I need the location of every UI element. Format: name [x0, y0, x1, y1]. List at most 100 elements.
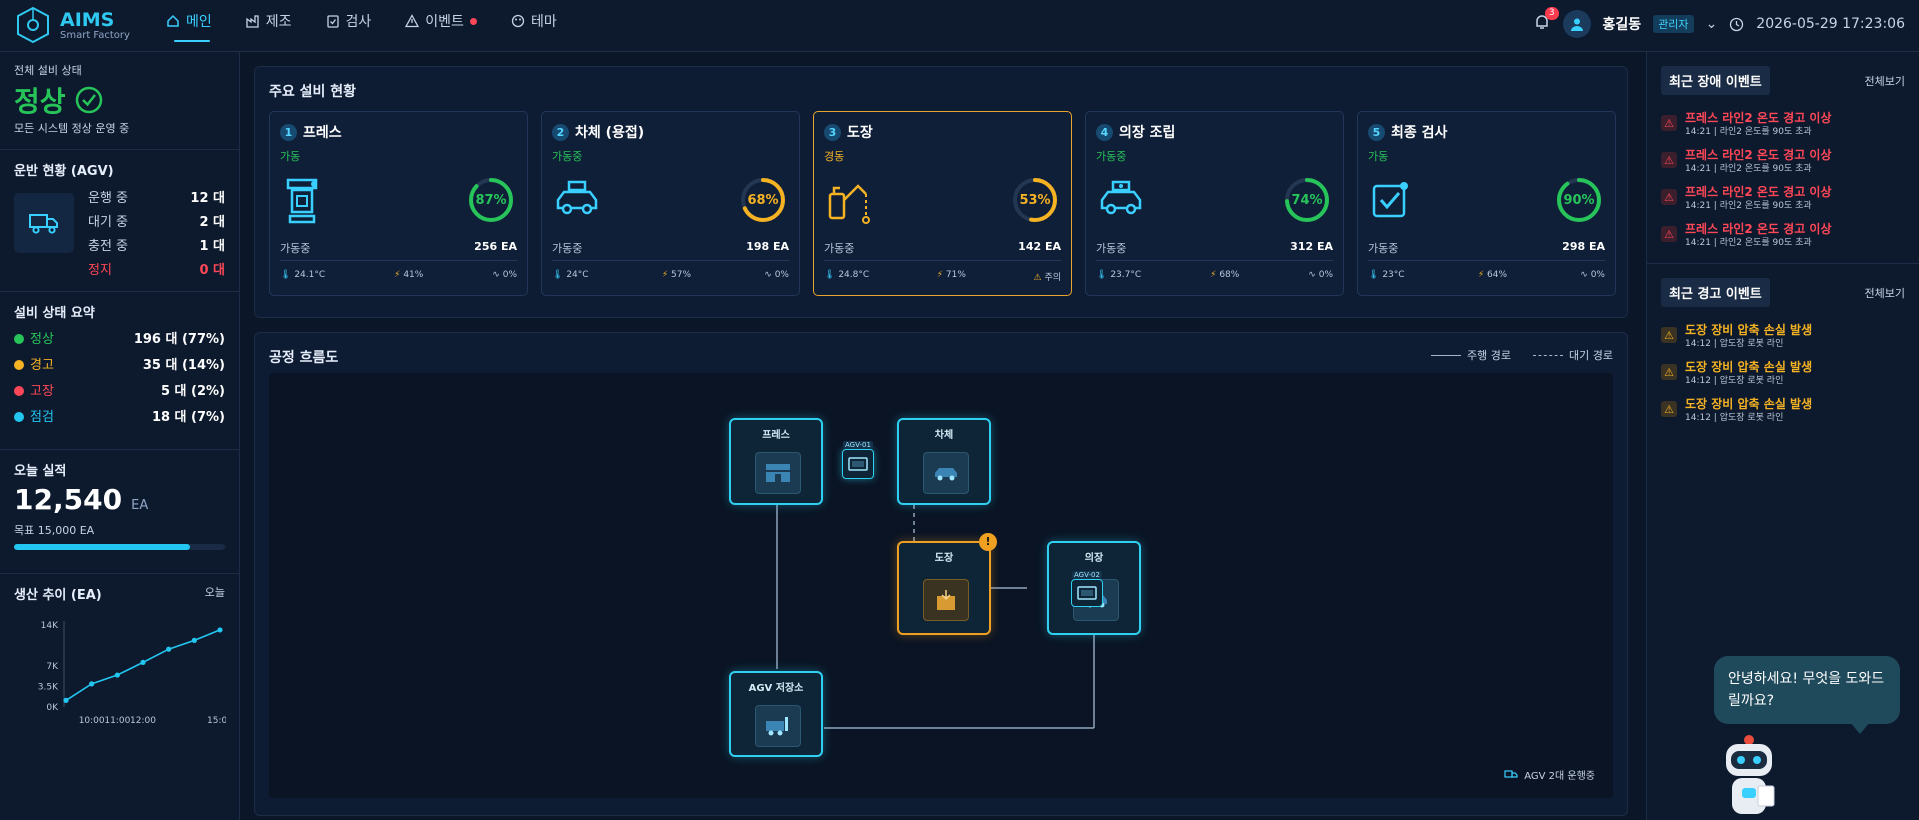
card-title: 차체 (용접) [575, 125, 645, 141]
card-vib-value: 주의 [1044, 273, 1061, 283]
home-icon [167, 14, 179, 27]
event-item[interactable]: ⚠︎ 프레스 라인2 온도 경고 이상 14:21 | 라인2 온도를 90도 초과 [1647, 148, 1919, 175]
clock-icon [1730, 17, 1744, 31]
nav-manufacture[interactable]: 제조 [246, 0, 292, 42]
flow-node-paint[interactable]: ! 도장 [897, 533, 997, 635]
app-subtitle: Smart Factory [60, 29, 130, 41]
nav-manufacture-label: 제조 [265, 14, 292, 30]
agv-vehicle-2[interactable]: AGV-02 [1071, 571, 1103, 607]
node-icon-box [923, 579, 969, 621]
avatar[interactable] [1562, 10, 1591, 38]
equipment-card[interactable]: 3 도장 경동 53% 가동중 142 EA 🌡︎ 24.8°C ⚡︎ 71% ⚠︎ 주의 [813, 111, 1072, 296]
card-power-value: 68% [1219, 270, 1240, 280]
card-name: 1 프레스 [280, 122, 342, 142]
summary-value: 35 대 (14%) [142, 358, 225, 373]
card-state: 경동 [824, 150, 845, 163]
nav-events[interactable]: 이벤트 [405, 0, 477, 42]
car-icon [556, 180, 598, 215]
card-state: 가동 [280, 150, 301, 163]
card-gauge-value: 90% [1563, 192, 1595, 208]
card-temp: 🌡︎ 24.1°C [280, 270, 325, 280]
card-icon [1098, 178, 1144, 222]
forklift-icon [766, 717, 788, 736]
legend-dashed-line [1533, 355, 1564, 356]
card-temp: 🌡︎ 24.8°C [824, 270, 869, 283]
press-machine-icon [766, 464, 790, 482]
agv-row-label: 운행 중 [88, 191, 129, 206]
summary-label: 점검 [30, 410, 54, 425]
card-number: 3 [824, 123, 841, 141]
app-logo[interactable]: AIMS Smart Factory [14, 6, 130, 44]
agv-row-running: 운행 중 12 대 [88, 187, 225, 211]
nav-main-label: 메인 [186, 14, 212, 30]
agv-status-text: AGV 2대 운행중 [1504, 767, 1595, 782]
fault-warning-icon: ⚠︎ [1661, 152, 1677, 168]
current-datetime: 2026-05-29 17:23:06 [1756, 16, 1905, 32]
fault-warning-icon: ⚠︎ [1661, 189, 1677, 205]
nav-main[interactable]: 메인 [166, 0, 212, 42]
card-vib-value: 0% [1318, 270, 1333, 280]
nav-theme[interactable]: 테마 [511, 0, 557, 42]
card-icon [1370, 178, 1414, 226]
card-number: 2 [552, 123, 569, 141]
event-title: 도장 장비 압축 손실 발생 [1685, 360, 1813, 374]
lightning-icon: ⚡︎ [1210, 270, 1217, 280]
card-icon [554, 178, 600, 222]
nav-inspection[interactable]: 검사 [326, 0, 371, 42]
event-item[interactable]: ⚠︎ 프레스 라인2 온도 경고 이상 14:21 | 라인2 온도를 90도 초과 [1647, 111, 1919, 138]
card-metrics: 🌡︎ 23.7°C ⚡︎ 68% ∿ 0% [1096, 270, 1333, 280]
equipment-card[interactable]: 5 최종 검사 가동 90% 가동중 298 EA 🌡︎ 23°C ⚡︎ 64% ∿ 0% [1357, 111, 1616, 296]
summary-row-inspection: 점검 18 대 (7%) [14, 405, 225, 431]
equipment-card[interactable]: 1 프레스 가동 87% 가동중 256 EA 🌡︎ 24.1°C ⚡︎ 41% ∿ 0% [269, 111, 528, 296]
paint-box-icon [937, 590, 955, 610]
summary-section: 설비 상태 요약 정상 196 대 (77%) 경고 35 대 (14%) 고장 5 … [0, 292, 239, 450]
event-item[interactable]: ⚠︎ 도장 장비 압축 손실 발생 14:12 | 압도장 로봇 라인 [1647, 397, 1919, 424]
warning-view-all-link[interactable]: 전체보기 [1865, 285, 1905, 301]
user-icon [1570, 18, 1583, 31]
notification-button[interactable]: 3 [1533, 7, 1559, 35]
robot-assistant-icon[interactable] [1714, 734, 1784, 820]
fault-view-all-link[interactable]: 전체보기 [1865, 73, 1905, 89]
user-name: 홍길동 [1602, 17, 1642, 33]
summary-row-warning: 경고 35 대 (14%) [14, 353, 225, 379]
summary-row-normal: 정상 196 대 (77%) [14, 327, 225, 353]
status-dot [14, 412, 24, 422]
card-vibration: ⚠︎ 주의 [1033, 270, 1061, 283]
equipment-card[interactable]: 2 차체 (용접) 가동중 68% 가동중 198 EA 🌡︎ 24°C ⚡︎ 57% ∿ 0% [541, 111, 800, 296]
card-divider [1368, 260, 1605, 261]
event-item[interactable]: ⚠︎ 도장 장비 압축 손실 발생 14:12 | 압도장 로봇 라인 [1647, 360, 1919, 387]
agv-row-label: 정지 [88, 263, 112, 278]
card-state: 가동 [1368, 150, 1389, 163]
event-item[interactable]: ⚠︎ 프레스 라인2 온도 경고 이상 14:21 | 라인2 온도를 90도 초과 [1647, 185, 1919, 212]
fault-warning-icon: ⚠︎ [1661, 226, 1677, 242]
assistant-bubble[interactable]: 안녕하세요! 무엇을 도와드릴까요? [1714, 656, 1900, 734]
event-item[interactable]: ⚠︎ 도장 장비 압축 손실 발생 14:12 | 압도장 로봇 라인 [1647, 323, 1919, 350]
agv-section: 운반 현황 (AGV) 운행 중 12 대 대기 중 2 대 충전 중 1 대 정지 0… [0, 150, 239, 292]
event-item[interactable]: ⚠︎ 프레스 라인2 온도 경고 이상 14:21 | 라인2 온도를 90도 초과 [1647, 222, 1919, 249]
event-title: 도장 장비 압축 손실 발생 [1685, 397, 1813, 411]
warning-triangle-icon [405, 14, 420, 28]
equipment-card[interactable]: 4 의장 조립 가동중 74% 가동중 312 EA 🌡︎ 23.7°C ⚡︎ 68% ∿ 0% [1085, 111, 1344, 296]
event-subtitle: 14:12 | 압도장 로봇 라인 [1685, 413, 1784, 423]
today-value: 12,540 [14, 483, 123, 516]
today-unit: EA [131, 498, 149, 513]
flow-diagram: 프레스 AGV-01 차체 ! 도장 의장 AGV-02 AGV 저장소 AGV… [269, 373, 1613, 798]
flow-node-agv-storage[interactable]: AGV 저장소 [729, 671, 823, 757]
agv-row-charging: 충전 중 1 대 [88, 235, 225, 259]
event-subtitle: 14:21 | 라인2 온도를 90도 초과 [1685, 164, 1812, 174]
thermometer-icon: 🌡︎ [552, 270, 564, 280]
card-temp-value: 23°C [1382, 270, 1405, 280]
flow-node-body[interactable]: 차체 [897, 418, 991, 505]
node-label: 프레스 [762, 430, 790, 441]
summary-value: 5 대 (2%) [160, 384, 225, 399]
lightning-icon: ⚡︎ [661, 270, 669, 280]
check-circle-icon [75, 86, 102, 114]
lightning-icon: ⚡︎ [394, 270, 401, 280]
user-menu-chevron-down-icon[interactable]: ⌄ [1706, 16, 1718, 32]
agv-vehicle-1[interactable]: AGV-01 [842, 441, 874, 479]
flow-node-press[interactable]: 프레스 [729, 418, 823, 505]
y-tick-label: 14K [41, 621, 59, 631]
flow-node-assembly[interactable]: 의장 AGV-02 [1047, 541, 1141, 635]
fault-events-section: 최근 장애 이벤트 전체보기 ⚠︎ 프레스 라인2 온도 경고 이상 14:21 | … [1647, 52, 1919, 264]
trend-period[interactable]: 오늘 [205, 584, 225, 611]
